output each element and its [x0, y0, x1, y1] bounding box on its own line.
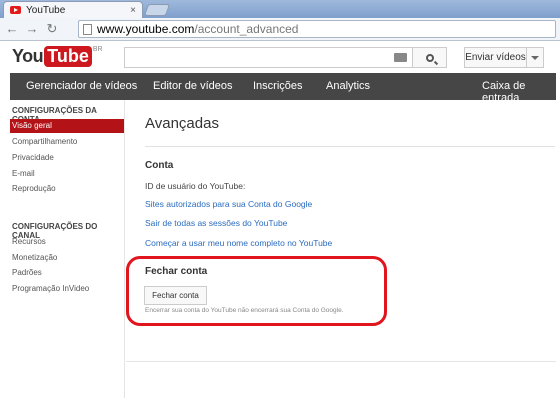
address-bar[interactable]: www.youtube.com/account_advanced — [78, 20, 556, 38]
reload-icon[interactable]: ↻ — [44, 21, 60, 37]
url-path: /account_advanced — [194, 22, 299, 36]
back-icon[interactable]: ← — [4, 21, 20, 37]
forward-icon[interactable]: → — [24, 21, 40, 37]
browser-toolbar: ← → ↻ www.youtube.com/account_advanced — [0, 18, 560, 41]
upload-dropdown-button[interactable] — [527, 47, 544, 68]
url-domain: www.youtube.com — [97, 22, 195, 36]
sidebar-item-sharing[interactable]: Compartilhamento — [10, 135, 124, 149]
sidebar-item-playback[interactable]: Reprodução — [10, 182, 124, 196]
highlight-annotation — [126, 256, 387, 326]
account-section-title: Conta — [145, 160, 174, 171]
search-icon — [425, 53, 434, 62]
youtube-favicon-icon — [10, 6, 21, 14]
tab-close-icon[interactable]: × — [130, 5, 136, 16]
search-button[interactable] — [412, 47, 447, 68]
browser-tab-bar: YouTube × — [0, 0, 560, 18]
logo-tube: Tube — [44, 46, 92, 67]
youtube-logo[interactable]: You Tube BR — [12, 46, 103, 67]
search-input[interactable] — [124, 47, 413, 68]
sidebar-item-monetization[interactable]: Monetização — [10, 251, 124, 265]
use-full-name-link[interactable]: Começar a usar meu nome completo no YouT… — [145, 238, 332, 248]
new-tab-button[interactable] — [143, 4, 171, 16]
page-icon — [83, 23, 92, 35]
sidebar-item-invideo[interactable]: Programação InVideo — [10, 282, 124, 296]
tab-title: YouTube — [26, 4, 66, 16]
title-divider — [145, 146, 555, 147]
settings-sidebar: CONFIGURAÇÕES DA CONTA Visão geral Compa… — [10, 100, 125, 398]
youtube-header: You Tube BR Enviar vídeos — [0, 42, 560, 72]
browser-tab[interactable]: YouTube × — [3, 1, 143, 18]
logo-region: BR — [92, 46, 103, 53]
sidebar-item-overview[interactable]: Visão geral — [10, 119, 124, 133]
nav-subscriptions[interactable]: Inscrições — [253, 80, 303, 92]
authorized-sites-link[interactable]: Sites autorizados para sua Conta do Goog… — [145, 199, 312, 209]
sign-out-all-link[interactable]: Sair de todas as sessões do YouTube — [145, 218, 287, 228]
nav-video-editor[interactable]: Editor de vídeos — [153, 80, 233, 92]
creator-nav: Gerenciador de vídeos Editor de vídeos I… — [10, 73, 556, 104]
nav-video-manager[interactable]: Gerenciador de vídeos — [26, 80, 137, 92]
nav-analytics[interactable]: Analytics — [326, 80, 370, 92]
logo-you: You — [12, 46, 44, 66]
sidebar-item-email[interactable]: E-mail — [10, 167, 124, 181]
keyboard-icon[interactable] — [394, 53, 407, 62]
upload-button[interactable]: Enviar vídeos — [464, 47, 527, 68]
sidebar-item-features[interactable]: Recursos — [10, 235, 124, 249]
page-title: Avançadas — [145, 115, 219, 132]
sidebar-item-privacy[interactable]: Privacidade — [10, 151, 124, 165]
user-id-label: ID de usuário do YouTube: — [145, 181, 246, 191]
sidebar-item-defaults[interactable]: Padrões — [10, 266, 124, 280]
